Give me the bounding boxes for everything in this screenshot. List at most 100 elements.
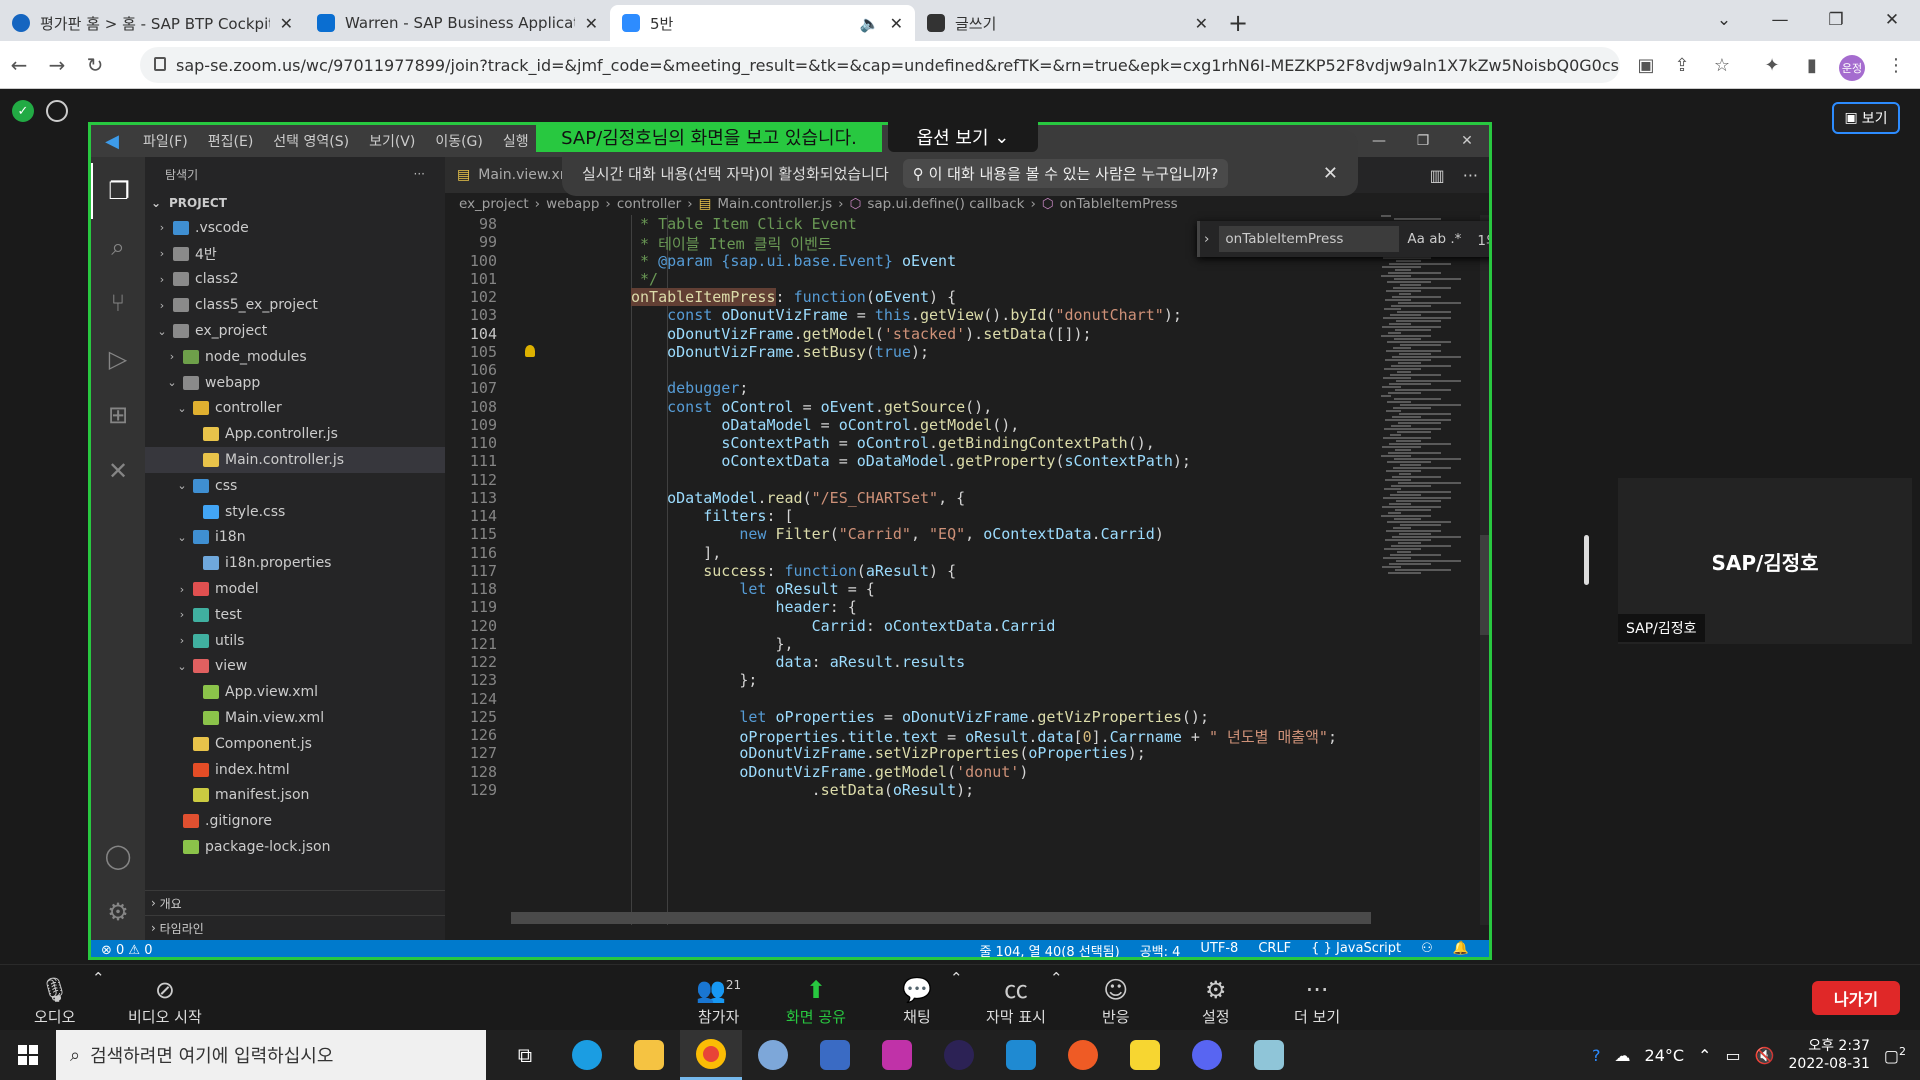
code-line[interactable]: header: { bbox=[631, 598, 857, 616]
tree-item[interactable]: ⌄ ex_project bbox=[145, 318, 445, 344]
address-bar[interactable]: sap-se.zoom.us/wc/97011977899/join?track… bbox=[140, 47, 1620, 83]
extensions-icon[interactable]: ⊞ bbox=[91, 387, 145, 443]
paint-icon[interactable] bbox=[742, 1030, 804, 1080]
tree-item[interactable]: ⌄ webapp bbox=[145, 370, 445, 396]
view-options-button[interactable]: 옵션 보기 ⌄ bbox=[888, 122, 1038, 152]
sticky-notes-icon[interactable] bbox=[1114, 1030, 1176, 1080]
encryption-shield-icon[interactable]: ✓ bbox=[12, 100, 34, 122]
tree-item[interactable]: › test bbox=[145, 602, 445, 628]
breadcrumb-item[interactable]: webapp bbox=[546, 196, 599, 212]
breadcrumb-item[interactable]: ex_project bbox=[459, 196, 529, 212]
weather-icon[interactable]: ☁ bbox=[1615, 1046, 1631, 1065]
code-line[interactable]: sContextPath = oControl.getBindingContex… bbox=[631, 434, 1155, 452]
browser-tab-warren[interactable]: Warren - SAP Business Application ✕ bbox=[305, 5, 610, 41]
tree-item[interactable]: Component.js bbox=[145, 731, 445, 757]
chat-button[interactable]: 💬 채팅 bbox=[902, 971, 932, 1027]
cursor-position[interactable]: 줄 104, 열 40(8 선택됨) bbox=[979, 941, 1119, 958]
edge-icon[interactable] bbox=[556, 1030, 618, 1080]
code-line[interactable]: Carrid: oContextData.Carrid bbox=[631, 617, 1056, 635]
tree-item[interactable]: style.css bbox=[145, 499, 445, 525]
eclipse-icon[interactable] bbox=[928, 1030, 990, 1080]
timeline-section[interactable]: › 타임라인 bbox=[145, 915, 445, 940]
clock[interactable]: 오후 2:37 2022-08-31 bbox=[1789, 1037, 1870, 1073]
new-tab-button[interactable]: + bbox=[1220, 5, 1256, 41]
browser-tab-write[interactable]: 글쓰기 ✕ bbox=[915, 5, 1220, 41]
network-icon[interactable]: ▭ bbox=[1725, 1046, 1740, 1065]
audio-options-caret[interactable]: ⌃ bbox=[92, 969, 105, 989]
code-line[interactable]: let oResult = { bbox=[631, 580, 874, 598]
code-line[interactable]: const oControl = oEvent.getSource(), bbox=[631, 398, 992, 416]
task-view-icon[interactable]: ⧉ bbox=[494, 1030, 556, 1080]
outline-section[interactable]: › 개요 bbox=[145, 890, 445, 915]
file-explorer-icon[interactable] bbox=[618, 1030, 680, 1080]
tree-item[interactable]: › .vscode bbox=[145, 215, 445, 241]
code-line[interactable]: ], bbox=[631, 544, 721, 562]
language-mode[interactable]: { } JavaScript bbox=[1311, 941, 1401, 958]
tree-item[interactable]: package-lock.json bbox=[145, 834, 445, 860]
captions-options-caret[interactable]: ⌃ bbox=[1050, 969, 1063, 989]
note-app-icon[interactable] bbox=[1238, 1030, 1300, 1080]
camera-blocked-icon[interactable]: ▣ bbox=[1630, 49, 1662, 81]
help-icon[interactable]: ? bbox=[1592, 1046, 1601, 1065]
close-icon[interactable]: ✕ bbox=[1323, 163, 1338, 184]
explorer-icon[interactable]: ❐ bbox=[91, 163, 145, 219]
audio-button[interactable]: 🎙 오디오 bbox=[34, 971, 75, 1027]
code-line[interactable]: let oProperties = oDonutVizFrame.getVizP… bbox=[631, 708, 1209, 726]
code-line[interactable]: * @param {sap.ui.base.Event} oEvent bbox=[631, 252, 956, 270]
reload-icon[interactable]: ↻ bbox=[76, 53, 114, 77]
weather-temp[interactable]: 24°C bbox=[1645, 1046, 1685, 1065]
view-button[interactable]: ▣ 보기 bbox=[1832, 102, 1900, 134]
tree-item[interactable]: › class5_ex_project bbox=[145, 292, 445, 318]
restore-icon[interactable]: ❐ bbox=[1808, 0, 1864, 40]
code-line[interactable]: const oDonutVizFrame = this.getView().by… bbox=[631, 306, 1182, 324]
intellij-icon[interactable] bbox=[866, 1030, 928, 1080]
browser-tab-zoom[interactable]: 5반 🔈 ✕ bbox=[610, 5, 915, 41]
code-line[interactable]: oDataModel.read("/ES_CHARTSet", { bbox=[631, 489, 965, 507]
reactions-button[interactable]: ☺ 반응 bbox=[1102, 971, 1130, 1027]
code-line[interactable]: data: aResult.results bbox=[631, 653, 966, 671]
tree-item[interactable]: ⌄ i18n bbox=[145, 525, 445, 551]
participants-button[interactable]: 👥21 참가자 bbox=[696, 971, 741, 1027]
code-line[interactable]: * Table Item Click Event bbox=[631, 215, 857, 233]
sap-logon-icon[interactable] bbox=[804, 1030, 866, 1080]
code-line[interactable]: .setData(oResult); bbox=[631, 781, 975, 799]
code-line[interactable]: oDonutVizFrame.setVizProperties(oPropert… bbox=[631, 744, 1145, 762]
code-line[interactable]: filters: [ bbox=[631, 507, 793, 525]
menu-run[interactable]: 실행 bbox=[493, 131, 539, 151]
line-endings[interactable]: CRLF bbox=[1258, 941, 1291, 958]
tree-item[interactable]: ⌄ controller bbox=[145, 396, 445, 422]
bookmark-star-icon[interactable]: ☆ bbox=[1706, 49, 1738, 81]
start-button[interactable] bbox=[0, 1030, 56, 1080]
tree-item[interactable]: › model bbox=[145, 576, 445, 602]
tree-item[interactable]: ⌄ view bbox=[145, 654, 445, 680]
breadcrumb-item[interactable]: controller bbox=[617, 196, 681, 212]
account-icon[interactable]: ◯ bbox=[91, 828, 145, 884]
menu-file[interactable]: 파일(F) bbox=[133, 131, 198, 151]
horizontal-scrollbar[interactable] bbox=[511, 912, 1371, 924]
speaker-icon[interactable]: 🔈 bbox=[860, 14, 880, 33]
notification-icon[interactable]: ▢2 bbox=[1884, 1045, 1906, 1065]
recording-icon[interactable] bbox=[46, 100, 68, 122]
panel-resize-handle[interactable] bbox=[1584, 535, 1589, 585]
minimize-icon[interactable]: — bbox=[1357, 125, 1401, 157]
find-input[interactable]: onTableItemPress bbox=[1219, 226, 1400, 252]
tree-item[interactable]: Main.controller.js bbox=[145, 447, 445, 473]
close-icon[interactable]: ✕ bbox=[890, 14, 903, 33]
start-video-button[interactable]: ⊘ 비디오 시작 bbox=[128, 971, 202, 1027]
vertical-scrollbar[interactable] bbox=[1480, 215, 1489, 925]
code-line[interactable]: */ bbox=[631, 270, 658, 288]
forward-icon[interactable]: → bbox=[38, 53, 76, 77]
taskbar-search[interactable]: ⌕ 검색하려면 여기에 입력하십시오 bbox=[56, 1030, 486, 1080]
more-button[interactable]: ··· 더 보기 bbox=[1294, 971, 1340, 1027]
source-control-icon[interactable]: ⑂ bbox=[91, 275, 145, 331]
scrollbar-thumb[interactable] bbox=[1480, 535, 1489, 635]
tree-item[interactable]: i18n.properties bbox=[145, 550, 445, 576]
close-window-icon[interactable]: ✕ bbox=[1864, 0, 1920, 40]
back-icon[interactable]: ← bbox=[0, 53, 38, 77]
code-line[interactable]: oDonutVizFrame.getModel('stacked').setDa… bbox=[631, 325, 1091, 343]
tree-item[interactable]: › node_modules bbox=[145, 344, 445, 370]
breadcrumb-item[interactable]: Main.controller.js bbox=[717, 196, 832, 212]
settings-button[interactable]: ⚙ 설정 bbox=[1202, 971, 1230, 1027]
tree-item[interactable]: Main.view.xml bbox=[145, 705, 445, 731]
chat-options-caret[interactable]: ⌃ bbox=[950, 969, 963, 989]
